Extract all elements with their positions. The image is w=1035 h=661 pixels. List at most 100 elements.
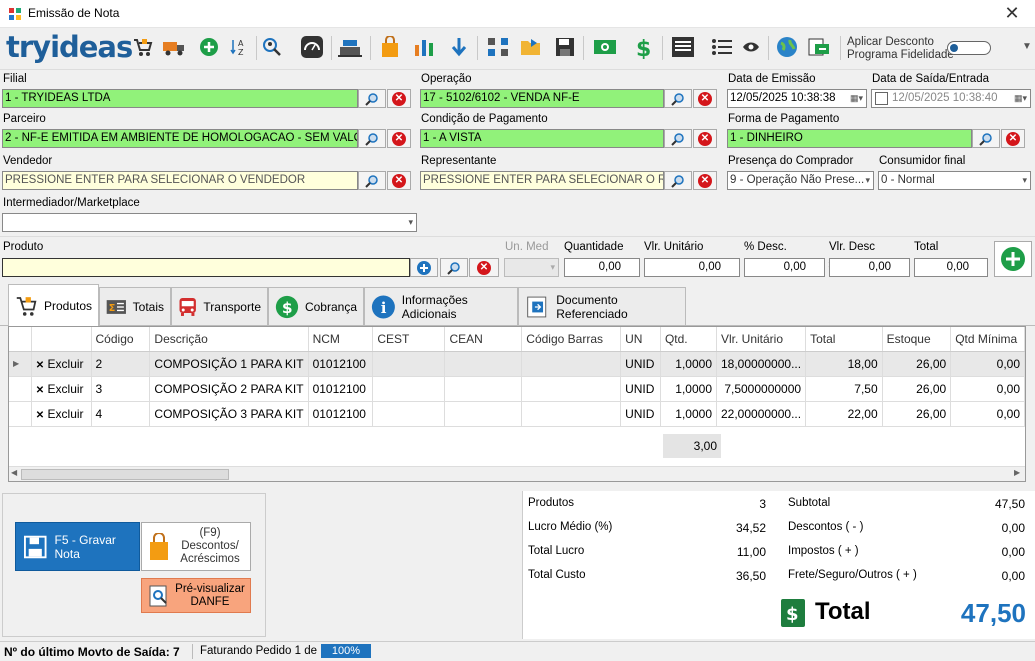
report-icon[interactable]	[670, 33, 696, 61]
col-total[interactable]: Total	[805, 327, 883, 352]
list-icon[interactable]	[709, 33, 735, 61]
produto-clear-button[interactable]: ✕	[469, 258, 499, 277]
bar-chart-icon[interactable]	[411, 33, 437, 61]
col-cean[interactable]: CEAN	[444, 327, 523, 352]
produto-input[interactable]	[2, 258, 410, 277]
filial-field[interactable]: 1 - TRYIDEAS LTDA	[2, 89, 358, 108]
bag-icon[interactable]	[377, 33, 403, 61]
condicao-search-button[interactable]	[664, 129, 692, 148]
col-ncm[interactable]: NCM	[308, 327, 374, 352]
tab-documento[interactable]: Documento Referenciado	[518, 287, 686, 325]
forma-search-button[interactable]	[972, 129, 1000, 148]
arrow-down-icon[interactable]	[446, 33, 472, 61]
gauge-icon[interactable]	[299, 33, 325, 61]
col-codigo[interactable]: Código	[91, 327, 151, 352]
col-cest[interactable]: CEST	[372, 327, 446, 352]
col-estoque[interactable]: Estoque	[882, 327, 952, 352]
condicao-label: Condição de Pagamento	[421, 113, 548, 125]
loyalty-toggle[interactable]	[947, 41, 991, 55]
save-button[interactable]: F5 - Gravar Nota	[15, 522, 140, 571]
preview-danfe-button[interactable]: Pré-visualizar DANFE	[141, 578, 251, 613]
cash-register-icon[interactable]	[337, 33, 363, 61]
col-codigo-barras[interactable]: Código Barras	[521, 327, 622, 352]
truck-icon[interactable]	[161, 33, 187, 61]
share-icon[interactable]	[485, 33, 511, 61]
produto-search-button[interactable]	[440, 258, 468, 277]
magnifier-icon	[365, 92, 378, 106]
condicao-clear-button[interactable]: ✕	[693, 129, 717, 148]
forma-label: Forma de Pagamento	[728, 113, 840, 125]
representante-field[interactable]: PRESSIONE ENTER PARA SELECIONAR O REPRES	[420, 171, 664, 190]
tab-produtos[interactable]: Produtos	[8, 284, 99, 326]
vendedor-clear-button[interactable]: ✕	[387, 171, 411, 190]
plus-icon[interactable]	[196, 33, 222, 61]
unmed-select[interactable]: ▾	[504, 258, 559, 277]
col-un[interactable]: UN	[620, 327, 661, 352]
discounts-button[interactable]: (F9) Descontos/Acréscimos	[141, 522, 251, 571]
quantidade-label: Quantidade	[564, 241, 624, 253]
table-row[interactable]: ✕ Excluir 3 COMPOSIÇÃO 2 PARA KIT 010121…	[9, 376, 1025, 402]
sort-az-icon[interactable]: AZ	[226, 33, 252, 61]
col-descricao[interactable]: Descrição	[149, 327, 309, 352]
data-saida-checkbox[interactable]	[875, 92, 888, 105]
parceiro-field[interactable]: 2 - NF-E EMITIDA EM AMBIENTE DE HOMOLOGA…	[2, 129, 358, 148]
operacao-search-button[interactable]	[664, 89, 692, 108]
cart-icon[interactable]	[130, 33, 156, 61]
col-qtd[interactable]: Qtd.	[660, 327, 718, 352]
close-icon: ✕	[698, 91, 712, 106]
eye-icon[interactable]	[738, 33, 764, 61]
data-emissao-field[interactable]: 12/05/2025 10:38:38 ▦▾	[727, 89, 867, 108]
folder-open-icon[interactable]	[518, 33, 544, 61]
svg-text:$: $	[636, 37, 651, 59]
condicao-field[interactable]: 1 - A VISTA	[420, 129, 664, 148]
vendedor-search-button[interactable]	[358, 171, 386, 190]
operacao-clear-button[interactable]: ✕	[693, 89, 717, 108]
money-icon[interactable]	[592, 33, 618, 61]
operacao-field[interactable]: 17 - 5102/6102 - VENDA NF-E	[420, 89, 664, 108]
floppy-icon[interactable]	[552, 33, 578, 61]
forma-field[interactable]: 1 - DINHEIRO	[727, 129, 972, 148]
cart-icon	[16, 296, 37, 316]
total-custo-label: Total Custo	[528, 569, 586, 581]
products-grid: Código Descrição NCM CEST CEAN Código Ba…	[8, 326, 1026, 482]
vendedor-field[interactable]: PRESSIONE ENTER PARA SELECIONAR O VENDED…	[2, 171, 358, 190]
search-person-icon[interactable]	[260, 33, 286, 61]
parceiro-clear-button[interactable]: ✕	[387, 129, 411, 148]
magnifier-icon	[671, 92, 684, 106]
svg-text:A: A	[238, 39, 244, 48]
vlr-unitario-input[interactable]: 0,00	[644, 258, 740, 277]
produto-add-button[interactable]	[410, 258, 438, 277]
intermediador-select[interactable]: ▾	[2, 213, 417, 232]
delete-row-button[interactable]: ✕ Excluir	[31, 351, 92, 377]
add-item-button[interactable]	[994, 241, 1032, 277]
forma-clear-button[interactable]: ✕	[1001, 129, 1025, 148]
magnifier-icon	[365, 174, 378, 188]
table-row[interactable]: ✕ Excluir 4 COMPOSIÇÃO 3 PARA KIT 010121…	[9, 401, 1025, 427]
chevron-down-icon[interactable]: ▼	[1022, 41, 1032, 52]
export-icon[interactable]	[806, 33, 832, 61]
tab-cobranca[interactable]: $ Cobrança	[268, 287, 364, 325]
parceiro-search-button[interactable]	[358, 129, 386, 148]
close-button[interactable]: ✕	[992, 2, 1032, 26]
dollar-icon[interactable]: $	[631, 33, 657, 61]
tab-totais[interactable]: Σ Totais	[99, 287, 171, 325]
col-vlr-unitario[interactable]: Vlr. Unitário	[716, 327, 807, 352]
delete-row-button[interactable]: ✕ Excluir	[31, 401, 92, 427]
presenca-select[interactable]: 9 - Operação Não Prese... ▾	[727, 171, 874, 190]
filial-search-button[interactable]	[358, 89, 386, 108]
tab-informacoes[interactable]: i Informações Adicionais	[364, 287, 518, 325]
scroll-thumb[interactable]	[21, 469, 229, 480]
globe-icon[interactable]	[774, 33, 800, 61]
filial-clear-button[interactable]: ✕	[387, 89, 411, 108]
table-row[interactable]: ▶ ✕ Excluir 2 COMPOSIÇÃO 1 PARA KIT 0101…	[9, 351, 1025, 377]
horizontal-scrollbar[interactable]: ◀ ▶	[9, 466, 1025, 481]
representante-clear-button[interactable]: ✕	[693, 171, 717, 190]
representante-search-button[interactable]	[664, 171, 692, 190]
col-qtd-minima[interactable]: Qtd Mínima	[950, 327, 1025, 352]
data-saida-field[interactable]: 12/05/2025 10:38:40 ▦▾	[871, 89, 1031, 108]
consumidor-select[interactable]: 0 - Normal ▾	[878, 171, 1031, 190]
representante-label: Representante	[421, 155, 497, 167]
tab-transporte[interactable]: Transporte	[171, 287, 268, 325]
data-emissao-label: Data de Emissão	[728, 73, 816, 85]
delete-row-button[interactable]: ✕ Excluir	[31, 376, 92, 402]
